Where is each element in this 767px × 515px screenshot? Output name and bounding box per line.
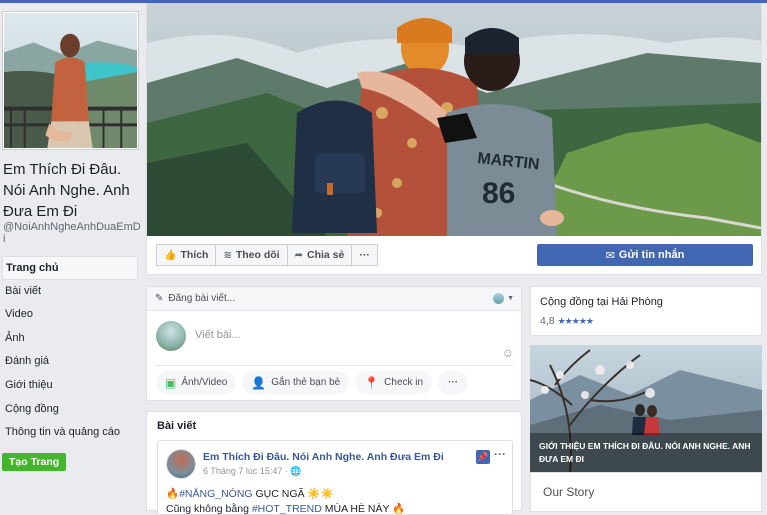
location-pin-icon: 📍 (364, 375, 380, 390)
pin-icon: 📌 (476, 450, 490, 464)
rss-icon: ≋ (223, 249, 232, 261)
posts-section: Bài viết Em Thích Đi Đâu. Nói Anh Nghe. … (146, 411, 522, 515)
composer-more-label: ··· (448, 377, 459, 388)
nav-item-posts[interactable]: Bài viết (2, 280, 138, 304)
intro-video-title: GIỚI THIỆU EM THÍCH ĐI ĐÂU. NÓI ANH NGHE… (539, 441, 751, 464)
nav-item-info-ads[interactable]: Thông tin và quảng cáo (2, 421, 138, 445)
more-label: ··· (359, 249, 370, 261)
intro-video-card[interactable]: GIỚI THIỆU EM THÍCH ĐI ĐÂU. NÓI ANH NGHE… (530, 345, 762, 472)
like-label: Thích (180, 249, 209, 261)
our-story-card: Our Story (530, 472, 762, 512)
hashtag-link[interactable]: #HOT_TREND (252, 503, 322, 515)
page-actions: 👍 Thích ≋ Theo dõi ➦ Chia sẻ ··· (156, 244, 378, 266)
composer-header-label: Đăng bài viết... (168, 293, 236, 304)
tag-friends-button[interactable]: 👤 Gắn thẻ bạn bè (242, 371, 350, 394)
page-name[interactable]: Em Thích Đi Đâu. Nói Anh Nghe. Anh Đưa E… (3, 159, 143, 222)
post-text: GỤC NGÃ ☀️☀️ (252, 488, 334, 500)
composer-buttons: ▣ Ảnh/Video 👤 Gắn thẻ bạn bè 📍 Check in … (156, 371, 474, 394)
composer-avatar (156, 321, 186, 351)
svg-text:86: 86 (482, 177, 515, 210)
like-button[interactable]: 👍 Thích (156, 244, 217, 266)
composer-more-button[interactable]: ··· (438, 371, 469, 394)
post-text-line-2: Cũng không bằng #HOT_TREND MÙA HÈ NÀY 🔥 (166, 502, 405, 515)
tag-friends-label: Gắn thẻ bạn bè (271, 377, 341, 388)
community-title[interactable]: Cộng đồng tại Hải Phòng (540, 296, 663, 308)
page-handle[interactable]: @NoiAnhNgheAnhDuaEmDi (3, 221, 143, 245)
chevron-down-icon: ▼ (507, 295, 514, 302)
tag-friend-icon: 👤 (251, 375, 267, 390)
post-time-text: 6 Tháng 7 lúc 15:47 · (203, 466, 291, 476)
post-text-line-1: 🔥#NẮNG_NÓNG GỤC NGÃ ☀️☀️ (166, 487, 334, 500)
photo-video-button[interactable]: ▣ Ảnh/Video (156, 371, 237, 394)
nav-item-videos[interactable]: Video (2, 303, 138, 327)
post-text: Cũng không bằng (166, 503, 252, 515)
hashtag-link[interactable]: #NẮNG_NÓNG (179, 488, 253, 500)
nav-item-community[interactable]: Cộng đồng (2, 398, 138, 422)
pencil-icon: ✎ (155, 293, 164, 304)
cover-section: MARTIN 86 👍 Thích ≋ Theo dõi ➦ Chia sẻ ·… (146, 3, 762, 275)
profile-picture[interactable] (2, 11, 139, 150)
photo-icon: ▣ (165, 375, 177, 390)
rating-value: 4,8 (540, 315, 555, 327)
divider (155, 365, 513, 366)
follow-label: Theo dõi (235, 249, 280, 261)
audience-selector[interactable]: ▼ (493, 293, 514, 304)
page-avatar-icon (493, 293, 505, 304)
messenger-icon: ✉ (605, 249, 615, 262)
composer-input[interactable]: Viết bài... (195, 329, 241, 341)
composer-header[interactable]: ✎ Đăng bài viết... ▼ (147, 287, 521, 311)
our-story-title[interactable]: Our Story (543, 485, 594, 499)
more-actions-button[interactable]: ··· (351, 244, 378, 266)
share-button[interactable]: ➦ Chia sẻ (286, 244, 353, 266)
page-nav: Trang chủ Bài viết Video Ảnh Đánh giá Gi… (2, 256, 138, 445)
nav-item-photos[interactable]: Ảnh (2, 327, 138, 351)
send-message-button[interactable]: ✉ Gửi tin nhắn (537, 244, 753, 266)
send-message-label: Gửi tin nhắn (618, 249, 685, 261)
checkin-label: Check in (384, 377, 424, 388)
community-card: Cộng đồng tại Hải Phòng 4,8 ★★★★★ (530, 286, 762, 336)
globe-icon: 🌐 (290, 466, 302, 476)
pinned-post: Em Thích Đi Đâu. Nói Anh Nghe. Anh Đưa E… (157, 440, 513, 515)
nav-item-about[interactable]: Giới thiệu (2, 374, 138, 398)
post-avatar[interactable] (166, 449, 196, 479)
post-composer: ✎ Đăng bài viết... ▼ Viết bài... ☺ ▣ Ảnh… (146, 286, 522, 401)
nav-item-reviews[interactable]: Đánh giá (2, 350, 138, 374)
posts-title: Bài viết (157, 420, 197, 432)
post-more-button[interactable]: ··· (494, 447, 506, 461)
follow-button[interactable]: ≋ Theo dõi (215, 244, 288, 266)
cover-photo[interactable]: MARTIN 86 (147, 3, 761, 236)
fire-emoji: 🔥 (166, 488, 180, 500)
share-label: Chia sẻ (306, 249, 345, 261)
post-text: MÙA HÈ NÀY 🔥 (321, 503, 406, 515)
share-arrow-icon: ➦ (294, 249, 303, 261)
create-page-button[interactable]: Tạo Trang (2, 453, 67, 471)
post-timestamp[interactable]: 6 Tháng 7 lúc 15:47 · 🌐 (203, 466, 302, 477)
post-author[interactable]: Em Thích Đi Đâu. Nói Anh Nghe. Anh Đưa E… (203, 451, 444, 463)
checkin-button[interactable]: 📍 Check in (355, 371, 433, 394)
nav-item-home[interactable]: Trang chủ (2, 256, 138, 280)
star-rating-icon: ★★★★★ (557, 315, 594, 326)
left-column: Em Thích Đi Đâu. Nói Anh Nghe. Anh Đưa E… (0, 3, 146, 507)
thumbs-up-icon: 👍 (164, 249, 177, 261)
smiley-icon[interactable]: ☺ (502, 346, 514, 360)
page-rating[interactable]: 4,8 ★★★★★ (540, 315, 594, 327)
photo-video-label: Ảnh/Video (181, 377, 228, 388)
